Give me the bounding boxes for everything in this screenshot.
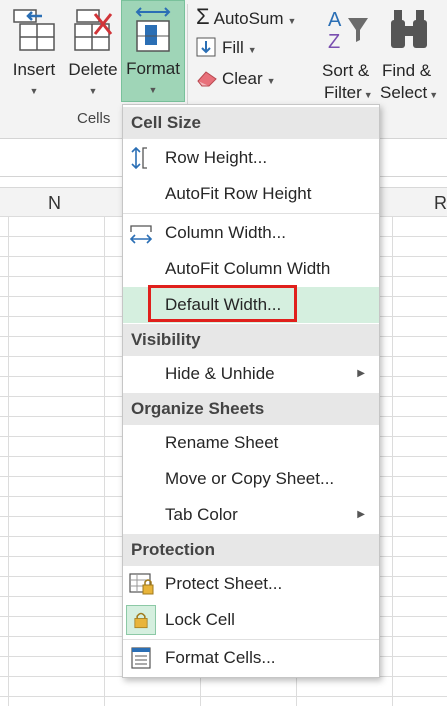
- delete-cells-icon: [74, 9, 113, 51]
- cells-group-label: Cells: [77, 110, 111, 127]
- chevron-down-icon: ▼: [429, 90, 439, 100]
- autofit-column-width-label: AutoFit Column Width: [165, 259, 331, 278]
- section-protection: Protection: [123, 534, 379, 566]
- chevron-down-icon: ▼: [247, 45, 257, 55]
- column-header-n[interactable]: N: [48, 193, 61, 214]
- menu-item-rename-sheet[interactable]: Rename Sheet: [123, 425, 379, 461]
- chevron-down-icon: ▼: [29, 86, 39, 96]
- sort-filter-button[interactable]: A Z Sort & Filter ▼: [318, 2, 378, 102]
- sort-filter-label-2-wrap: Filter ▼: [324, 82, 373, 106]
- lock-icon: [134, 612, 148, 629]
- column-width-label: Column Width...: [165, 223, 286, 242]
- autofit-row-height-label: AutoFit Row Height: [165, 184, 312, 203]
- sigma-icon: Σ: [196, 4, 210, 29]
- menu-item-lock-cell[interactable]: Lock Cell: [123, 602, 379, 638]
- menu-item-row-height[interactable]: Row Height...: [123, 140, 379, 176]
- section-organize-sheets: Organize Sheets: [123, 393, 379, 425]
- menu-item-move-copy-sheet[interactable]: Move or Copy Sheet...: [123, 461, 379, 497]
- chevron-down-icon: ▼: [266, 76, 276, 86]
- menu-item-autofit-row-height[interactable]: AutoFit Row Height: [123, 176, 379, 212]
- menu-item-protect-sheet[interactable]: Protect Sheet...: [123, 566, 379, 602]
- section-cell-size: Cell Size: [123, 107, 379, 139]
- fill-label: Fill: [222, 38, 244, 57]
- hide-unhide-label: Hide & Unhide: [165, 364, 275, 383]
- autosum-label: AutoSum: [213, 9, 284, 28]
- clear-button[interactable]: Clear ▼: [196, 68, 276, 92]
- svg-text:A: A: [328, 9, 342, 31]
- chevron-down-icon: ▼: [363, 90, 373, 100]
- insert-button[interactable]: Insert ▼: [4, 2, 64, 100]
- insert-label: Insert: [12, 60, 56, 79]
- menu-item-format-cells[interactable]: Format Cells...: [123, 640, 379, 676]
- protect-sheet-icon: [129, 573, 154, 595]
- lock-cell-label: Lock Cell: [165, 610, 235, 629]
- fill-button[interactable]: Fill ▼: [196, 37, 257, 61]
- chevron-down-icon: ▼: [287, 16, 297, 26]
- clear-label: Clear: [222, 69, 263, 88]
- submenu-arrow-icon: ▶: [357, 368, 365, 379]
- section-visibility: Visibility: [123, 324, 379, 356]
- find-select-label-1: Find &: [382, 61, 432, 80]
- find-select-button[interactable]: Find & Select ▼: [378, 2, 444, 102]
- column-header-r[interactable]: R: [434, 193, 447, 214]
- format-button[interactable]: Format ▼: [121, 0, 185, 102]
- sort-filter-icon: A Z: [328, 9, 368, 53]
- tab-color-label: Tab Color: [165, 505, 238, 524]
- autosum-button[interactable]: Σ AutoSum ▼: [196, 6, 296, 32]
- svg-text:Z: Z: [328, 31, 340, 53]
- menu-item-column-width[interactable]: Column Width...: [123, 215, 379, 251]
- insert-cells-icon: [13, 9, 55, 51]
- format-dropdown-menu: Cell Size Row Height... AutoFit Row Heig…: [122, 104, 380, 678]
- sort-filter-label-2: Filter: [324, 83, 362, 102]
- find-select-label-2-wrap: Select ▼: [380, 82, 438, 106]
- submenu-arrow-icon: ▶: [357, 509, 365, 520]
- move-copy-sheet-label: Move or Copy Sheet...: [165, 469, 335, 488]
- format-cells-label: Format Cells...: [165, 648, 276, 667]
- binoculars-icon: [391, 10, 427, 48]
- format-cells-dialog-icon: [131, 647, 151, 669]
- menu-item-tab-color[interactable]: Tab Color ▶: [123, 497, 379, 533]
- highlight-annotation-box: [148, 285, 297, 322]
- eraser-icon: [197, 71, 217, 87]
- menu-item-autofit-column-width[interactable]: AutoFit Column Width: [123, 251, 379, 287]
- protect-sheet-label: Protect Sheet...: [165, 574, 283, 593]
- delete-button[interactable]: Delete ▼: [64, 2, 122, 100]
- format-cells-icon: [135, 7, 171, 52]
- fill-down-icon: [196, 37, 216, 57]
- sort-filter-label-1: Sort &: [322, 61, 370, 80]
- row-height-label: Row Height...: [165, 148, 268, 167]
- row-height-icon: [131, 147, 147, 169]
- menu-item-hide-unhide[interactable]: Hide & Unhide ▶: [123, 356, 379, 392]
- column-width-icon: [129, 225, 153, 244]
- chevron-down-icon: ▼: [148, 85, 158, 95]
- rename-sheet-label: Rename Sheet: [165, 433, 279, 452]
- menu-divider: [123, 213, 379, 214]
- chevron-down-icon: ▼: [88, 86, 98, 96]
- delete-label: Delete: [68, 60, 118, 79]
- find-select-label-2: Select: [380, 83, 428, 102]
- format-label: Format: [126, 59, 180, 78]
